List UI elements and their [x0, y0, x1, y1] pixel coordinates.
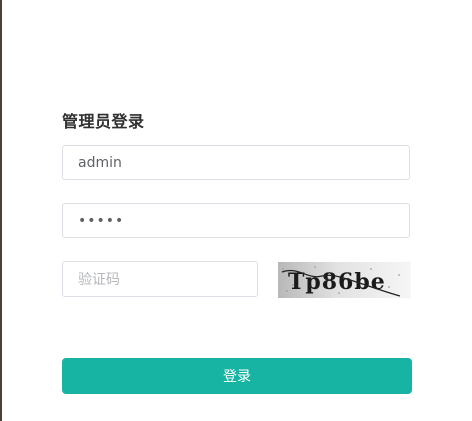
captcha-placeholder: 验证码: [78, 272, 120, 288]
password-input[interactable]: •••••: [62, 203, 410, 238]
username-value: admin: [78, 154, 122, 171]
login-page: 管理员登录 admin ••••• 验证码 Tp86be 登录: [0, 0, 472, 421]
page-title: 管理员登录: [62, 112, 145, 131]
login-button[interactable]: 登录: [62, 358, 412, 394]
window-left-edge: [0, 0, 2, 421]
captcha-input[interactable]: 验证码: [62, 261, 258, 297]
captcha-image[interactable]: Tp86be: [278, 262, 411, 298]
username-input[interactable]: admin: [62, 145, 410, 180]
password-mask: •••••: [78, 212, 125, 229]
